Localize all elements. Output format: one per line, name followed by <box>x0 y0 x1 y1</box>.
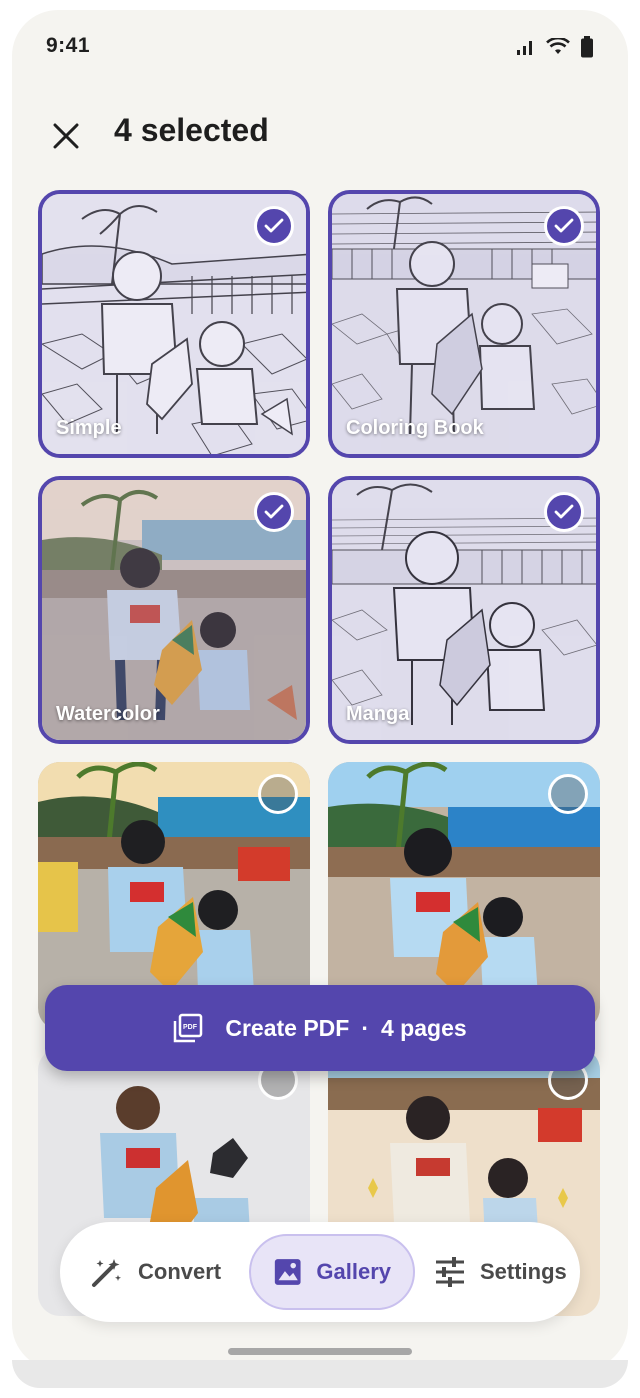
home-indicator[interactable] <box>228 1348 412 1355</box>
create-pdf-button[interactable]: PDF Create PDF · 4 pages <box>45 985 595 1071</box>
nav-settings-label: Settings <box>480 1259 567 1284</box>
nav-settings[interactable]: Settings <box>434 1234 567 1310</box>
gallery-tile-manga[interactable]: Manga <box>328 476 600 744</box>
check-icon <box>554 504 574 519</box>
check-icon <box>554 218 574 233</box>
nav-gallery[interactable]: Gallery <box>249 1234 415 1310</box>
nav-gallery-label: Gallery <box>316 1259 391 1284</box>
phone-screen: 9:41 4 selected Simple Coloring Book Wat… <box>12 10 628 1370</box>
close-icon <box>53 123 79 149</box>
selected-check[interactable] <box>544 206 584 246</box>
gallery-tile-watercolor[interactable]: Watercolor <box>38 476 310 744</box>
selection-header: 4 selected <box>12 106 628 166</box>
tile-label: Simple <box>56 417 122 439</box>
check-icon <box>264 218 284 233</box>
page-count: 4 pages <box>381 1014 467 1041</box>
device-bottom-edge <box>12 1360 628 1388</box>
magic-wand-icon <box>92 1259 121 1287</box>
battery-icon <box>581 36 593 58</box>
nav-convert[interactable]: Convert <box>90 1234 221 1310</box>
selected-check[interactable] <box>544 492 584 532</box>
page-title: 4 selected <box>114 112 269 148</box>
close-button[interactable] <box>42 112 90 160</box>
tile-label: Manga <box>346 703 410 725</box>
tile-label: Watercolor <box>56 703 160 725</box>
gallery-tile-coloring-book[interactable]: Coloring Book <box>328 190 600 458</box>
gallery-tile-simple[interactable]: Simple <box>38 190 310 458</box>
create-pdf-label: Create PDF <box>225 1014 350 1041</box>
selected-check[interactable] <box>254 492 294 532</box>
wifi-icon <box>546 38 570 54</box>
image-icon <box>274 1259 301 1285</box>
status-time: 9:41 <box>46 34 91 57</box>
unselected-check[interactable] <box>258 774 298 814</box>
nav-convert-label: Convert <box>138 1259 222 1284</box>
selected-check[interactable] <box>254 206 294 246</box>
unselected-check[interactable] <box>548 774 588 814</box>
separator-dot: · <box>361 1014 369 1041</box>
status-bar: 9:41 <box>12 10 628 80</box>
svg-text:PDF: PDF <box>183 1024 198 1031</box>
status-icons <box>516 36 594 58</box>
sliders-icon <box>436 1257 464 1287</box>
signal-icon <box>517 41 532 55</box>
check-icon <box>264 504 284 519</box>
tile-label: Coloring Book <box>346 417 484 439</box>
bottom-navigation: Convert Gallery Settings <box>60 1222 580 1322</box>
pdf-icon: PDF <box>174 1013 203 1043</box>
